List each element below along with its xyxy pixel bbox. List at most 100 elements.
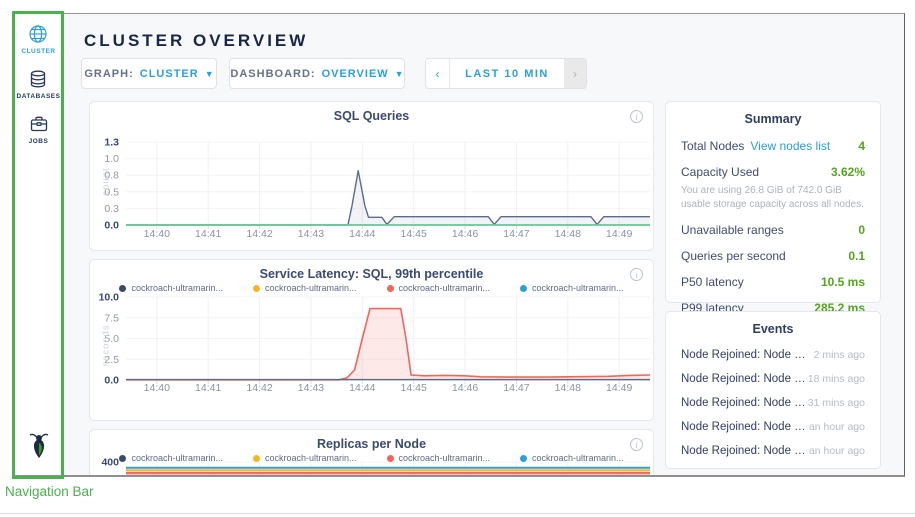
legend-dot-icon — [253, 455, 260, 462]
svg-text:14:45: 14:45 — [401, 228, 427, 240]
summary-row-p50: P50 latency 10.5 ms — [681, 275, 865, 289]
graph-dropdown[interactable]: GRAPH: CLUSTER ▼ — [81, 58, 217, 89]
chart-title: Replicas per Node — [90, 437, 653, 451]
svg-text:14:42: 14:42 — [246, 228, 272, 240]
events-panel: Events Node Rejoined: Node 4 rej... 2 mi… — [665, 311, 881, 469]
legend-label: cockroach-ultramarin... — [131, 453, 223, 463]
chart-card-replicas-per-node: 400 Replicas per Node i cockroach-ultram… — [89, 429, 654, 477]
svg-text:14:44: 14:44 — [349, 382, 375, 394]
sidebar-item-label: CLUSTER — [21, 48, 55, 55]
svg-text:0.0: 0.0 — [104, 375, 119, 387]
summary-value: 3.62% — [831, 165, 865, 179]
legend-item[interactable]: cockroach-ultramarin... — [253, 283, 357, 293]
briefcase-icon — [28, 113, 50, 135]
svg-text:14:46: 14:46 — [452, 228, 478, 240]
summary-label: P50 latency — [681, 275, 744, 289]
event-text[interactable]: Node Rejoined: Node 3 rej... — [681, 373, 808, 385]
legend-item[interactable]: cockroach-ultramarin... — [387, 453, 491, 463]
legend-label: cockroach-ultramarin... — [532, 283, 624, 293]
legend-label: cockroach-ultramarin... — [399, 453, 491, 463]
svg-text:14:40: 14:40 — [144, 382, 170, 394]
svg-text:14:48: 14:48 — [555, 228, 581, 240]
info-icon[interactable]: i — [630, 110, 643, 123]
summary-value: 0 — [858, 223, 865, 237]
legend-item[interactable]: cockroach-ultramarin... — [119, 453, 223, 463]
event-text[interactable]: Node Rejoined: Node 4 rej... — [681, 349, 809, 361]
summary-label: Capacity Used — [681, 165, 759, 179]
summary-value: 4 — [858, 139, 865, 153]
summary-title: Summary — [681, 112, 865, 126]
legend-item[interactable]: cockroach-ultramarin... — [520, 453, 624, 463]
legend-label: cockroach-ultramarin... — [265, 453, 357, 463]
svg-text:14:47: 14:47 — [503, 228, 529, 240]
cockroach-logo[interactable] — [27, 432, 51, 465]
event-row: Node Rejoined: Node 2 rej... 31 mins ago — [681, 397, 865, 409]
summary-panel: Summary Total Nodes View nodes list 4 Ca… — [665, 101, 881, 303]
svg-text:14:43: 14:43 — [298, 228, 324, 240]
svg-text:14:49: 14:49 — [606, 228, 632, 240]
event-row: Node Rejoined: Node 4 rej... an hour ago — [681, 445, 865, 457]
summary-label: Unavailable ranges — [681, 223, 784, 237]
svg-text:14:40: 14:40 — [144, 228, 170, 240]
sidebar-item-cluster[interactable]: CLUSTER — [21, 23, 55, 55]
info-icon[interactable]: i — [630, 268, 643, 281]
svg-text:14:49: 14:49 — [606, 382, 632, 394]
summary-label: Queries per second — [681, 249, 786, 263]
summary-row-total-nodes: Total Nodes View nodes list 4 — [681, 139, 865, 153]
svg-text:0.0: 0.0 — [104, 220, 119, 232]
event-time: 18 mins ago — [808, 373, 865, 385]
chart-title: Service Latency: SQL, 99th percentile — [90, 267, 653, 281]
legend-label: cockroach-ultramarin... — [399, 283, 491, 293]
sidebar-item-databases[interactable]: DATABASES — [17, 68, 61, 100]
sidebar-item-jobs[interactable]: JOBS — [28, 113, 50, 145]
events-title: Events — [681, 322, 865, 336]
graph-dropdown-value: CLUSTER — [140, 68, 199, 80]
chart-card-service-latency: 14:4014:4114:4214:4314:4414:4514:4614:47… — [89, 259, 654, 421]
event-time: an hour ago — [809, 421, 865, 433]
info-icon[interactable]: i — [630, 438, 643, 451]
svg-text:14:45: 14:45 — [401, 382, 427, 394]
legend-item[interactable]: cockroach-ultramarin... — [253, 453, 357, 463]
legend-item[interactable]: cockroach-ultramarin... — [387, 283, 491, 293]
summary-label: Total Nodes — [681, 139, 744, 153]
y-axis-label: count — [101, 152, 112, 212]
svg-text:14:46: 14:46 — [452, 382, 478, 394]
sidebar-item-label: DATABASES — [17, 93, 61, 100]
event-time: 2 mins ago — [814, 349, 865, 361]
time-next-button[interactable]: › — [564, 59, 586, 88]
event-text[interactable]: Node Rejoined: Node 2 rej... — [681, 397, 808, 409]
dashboard-dropdown-label: DASHBOARD: — [230, 68, 315, 80]
sidebar: CLUSTER DATABASES JOBS — [15, 14, 63, 475]
legend-dot-icon — [119, 455, 126, 462]
summary-row-capacity: Capacity Used 3.62% — [681, 165, 865, 179]
chart-legend: cockroach-ultramarin... cockroach-ultrama… — [90, 283, 653, 293]
summary-value: 0.1 — [848, 249, 865, 263]
svg-text:1.3: 1.3 — [104, 137, 119, 149]
event-row: Node Rejoined: Node 3 rej... 18 mins ago — [681, 373, 865, 385]
summary-row-qps: Queries per second 0.1 — [681, 249, 865, 263]
svg-text:10.0: 10.0 — [99, 292, 120, 304]
legend-item[interactable]: cockroach-ultramarin... — [119, 283, 223, 293]
dashboard-dropdown[interactable]: DASHBOARD: OVERVIEW ▼ — [229, 58, 405, 89]
app-window: CLUSTER DATABASES JOBS — [14, 13, 905, 477]
event-row: Node Rejoined: Node 1 rej... an hour ago — [681, 421, 865, 433]
event-time: 31 mins ago — [808, 397, 865, 409]
legend-dot-icon — [387, 285, 394, 292]
legend-item[interactable]: cockroach-ultramarin... — [520, 283, 624, 293]
globe-icon — [27, 23, 49, 45]
legend-dot-icon — [520, 455, 527, 462]
summary-value: 10.5 ms — [821, 275, 865, 289]
event-text[interactable]: Node Rejoined: Node 4 rej... — [681, 445, 809, 457]
chart-legend: cockroach-ultramarin... cockroach-ultrama… — [90, 453, 653, 463]
view-nodes-link[interactable]: View nodes list — [750, 139, 830, 153]
bottom-divider — [0, 513, 915, 514]
svg-text:14:43: 14:43 — [298, 382, 324, 394]
event-text[interactable]: Node Rejoined: Node 1 rej... — [681, 421, 809, 433]
legend-label: cockroach-ultramarin... — [265, 283, 357, 293]
event-time: an hour ago — [809, 445, 865, 457]
legend-dot-icon — [387, 455, 394, 462]
time-range-label[interactable]: LAST 10 MIN — [450, 59, 564, 88]
time-prev-button[interactable]: ‹ — [426, 59, 450, 88]
database-icon — [27, 68, 49, 90]
capacity-note: You are using 26.8 GiB of 742.0 GiB usab… — [681, 184, 865, 211]
